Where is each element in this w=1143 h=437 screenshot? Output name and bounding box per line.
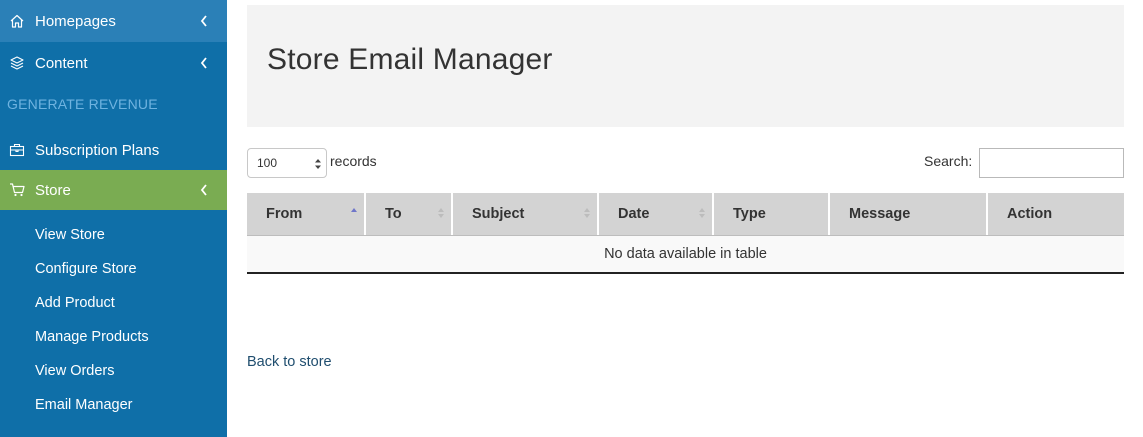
sort-icon bbox=[438, 208, 444, 218]
sidebar-subitem-view-orders[interactable]: View Orders bbox=[35, 363, 115, 379]
column-header-from[interactable]: From bbox=[247, 193, 366, 235]
records-label: records bbox=[330, 153, 377, 169]
sidebar-subitem-email-manager[interactable]: Email Manager bbox=[35, 397, 133, 413]
column-header-date[interactable]: Date bbox=[599, 193, 714, 235]
table-header: From To Subject Date Type Message Action bbox=[247, 193, 1124, 236]
sidebar-item-label: Homepages bbox=[35, 12, 116, 30]
empty-message: No data available in table bbox=[604, 246, 767, 262]
chevron-left-icon bbox=[200, 15, 207, 27]
select-arrows-icon bbox=[315, 159, 321, 169]
sort-icon bbox=[584, 208, 590, 218]
section-label-generate-revenue: GENERATE REVENUE bbox=[7, 96, 158, 112]
page: Homepages Content GENERATE REVENUE Subsc… bbox=[0, 0, 1143, 437]
cart-icon bbox=[8, 181, 26, 199]
sidebar-subitem-configure-store[interactable]: Configure Store bbox=[35, 261, 137, 277]
sidebar-item-label: Subscription Plans bbox=[35, 141, 160, 159]
layers-icon bbox=[8, 54, 26, 72]
home-icon bbox=[8, 12, 26, 30]
chevron-left-icon bbox=[200, 57, 207, 69]
back-to-store-link[interactable]: Back to store bbox=[247, 354, 332, 370]
records-per-page-select[interactable]: 100 bbox=[247, 148, 327, 178]
briefcase-icon bbox=[8, 141, 26, 159]
page-title: Store Email Manager bbox=[267, 43, 553, 76]
sidebar-item-subscription-plans[interactable]: Subscription Plans bbox=[0, 129, 227, 171]
sidebar-item-label: Content bbox=[35, 54, 88, 72]
sidebar-item-content[interactable]: Content bbox=[0, 42, 227, 84]
sidebar-subitem-view-store[interactable]: View Store bbox=[35, 227, 105, 243]
column-header-subject[interactable]: Subject bbox=[453, 193, 599, 235]
sidebar-item-store[interactable]: Store bbox=[0, 170, 227, 210]
chevron-left-icon bbox=[200, 184, 207, 196]
column-header-type: Type bbox=[714, 193, 830, 235]
sidebar-item-homepages[interactable]: Homepages bbox=[0, 0, 227, 42]
records-per-page-value: 100 bbox=[257, 156, 278, 170]
sort-ascending-icon bbox=[351, 208, 357, 212]
column-header-action: Action bbox=[1007, 206, 1053, 222]
search-input[interactable] bbox=[979, 148, 1124, 178]
column-header-message: Message bbox=[830, 193, 988, 235]
email-table: From To Subject Date Type Message Action… bbox=[247, 193, 1124, 274]
sidebar-subitem-add-product[interactable]: Add Product bbox=[35, 295, 115, 311]
page-header: Store Email Manager bbox=[247, 5, 1124, 127]
table-empty-row: No data available in table bbox=[247, 236, 1124, 274]
search-label: Search: bbox=[924, 153, 973, 169]
column-header-to[interactable]: To bbox=[366, 193, 453, 235]
sidebar: Homepages Content GENERATE REVENUE Subsc… bbox=[0, 0, 227, 437]
sort-icon bbox=[699, 208, 705, 218]
sidebar-subitem-manage-products[interactable]: Manage Products bbox=[35, 329, 149, 345]
sidebar-item-label: Store bbox=[35, 181, 71, 199]
